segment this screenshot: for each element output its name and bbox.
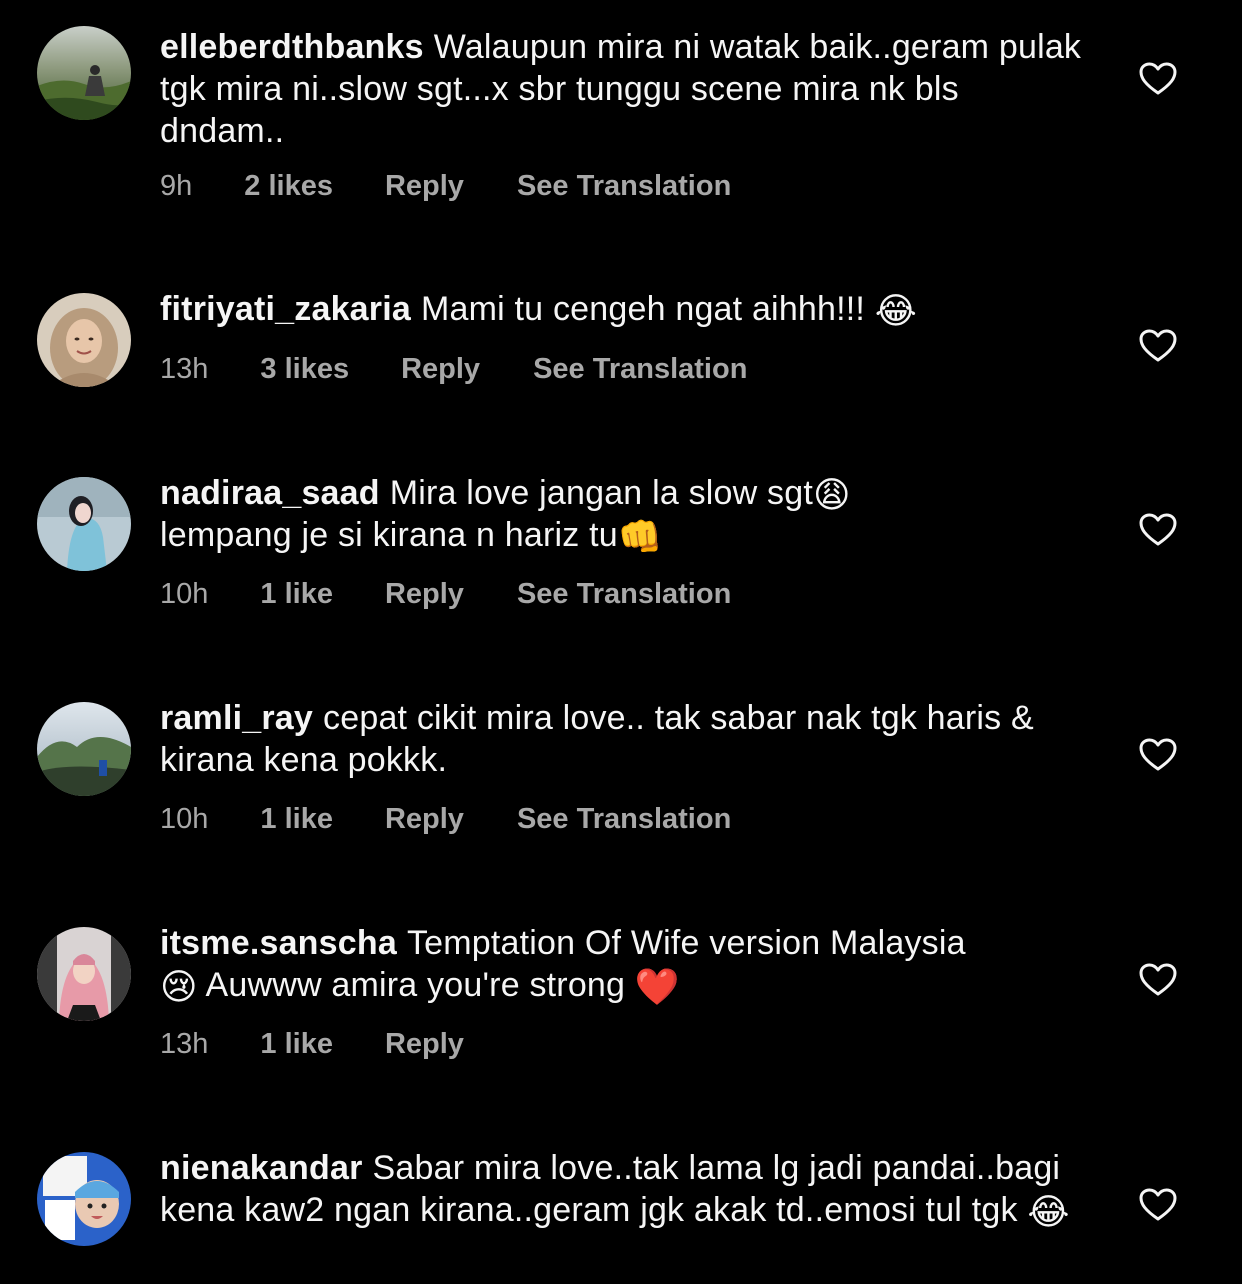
comment-username[interactable]: nienakandar [160,1149,363,1187]
heart-outline-icon[interactable] [1139,513,1177,547]
avatar[interactable] [37,293,131,387]
comment-meta: 10h 1 like Reply See Translation [160,803,731,836]
comment-body: nadiraa_saad Mira love jangan la slow sgt… [160,472,1090,556]
comment-text: Auwww amira you're strong [197,966,635,1004]
heart-outline-icon[interactable] [1139,1188,1177,1222]
see-translation-button[interactable]: See Translation [517,803,731,836]
comment-time: 10h [160,578,209,610]
comment-text: lempang je si kirana n hariz tu [160,516,618,554]
reply-button[interactable]: Reply [385,578,464,611]
comment-meta: 10h 1 like Reply See Translation [160,578,731,611]
avatar[interactable] [37,927,131,1021]
comment-text: Mami tu cengeh ngat aihhh!!! [420,290,875,328]
comment-time: 13h [160,353,209,385]
comment-likes[interactable]: 2 likes [244,170,333,203]
comment-username[interactable]: fitriyati_zakaria [160,290,411,328]
comment-username[interactable]: ramli_ray [160,699,313,737]
avatar[interactable] [37,26,131,120]
avatar[interactable] [37,702,131,796]
comment-likes[interactable]: 1 like [260,803,333,836]
heart-outline-icon[interactable] [1139,329,1177,363]
comment-likes[interactable]: 3 likes [260,353,349,386]
weary-face-emoji: 😩 [813,475,851,516]
tears-of-joy-emoji: 😂 [874,291,917,332]
reply-button[interactable]: Reply [401,353,480,386]
comment-body: ramli_ray cepat cikit mira love.. tak sab… [160,697,1090,781]
comment-body: itsme.sanscha Temptation Of Wife version … [160,922,1090,1006]
heart-outline-icon[interactable] [1139,62,1177,96]
comment-body: fitriyati_zakaria Mami tu cengeh ngat aih… [160,288,1090,330]
comment-body: elleberdthbanks Walaupun mira ni watak ba… [160,26,1090,152]
comment-username[interactable]: itsme.sanscha [160,924,397,962]
see-translation-button[interactable]: See Translation [517,170,731,203]
see-translation-button[interactable]: See Translation [517,578,731,611]
reply-button[interactable]: Reply [385,803,464,836]
tears-of-joy-emoji: 😂 [1027,1192,1070,1233]
crying-face-emoji: 😢 [160,967,198,1008]
see-translation-button[interactable]: See Translation [533,353,747,386]
comment-likes[interactable]: 1 like [260,1028,333,1061]
avatar[interactable] [37,1152,131,1246]
avatar[interactable] [37,477,131,571]
red-heart-emoji: ❤️ [634,967,680,1008]
comment-time: 9h [160,170,193,202]
heart-outline-icon[interactable] [1139,738,1177,772]
comment-meta: 13h 3 likes Reply See Translation [160,353,747,386]
comment-time: 13h [160,1028,209,1060]
heart-outline-icon[interactable] [1139,963,1177,997]
reply-button[interactable]: Reply [385,1028,464,1061]
comment-time: 10h [160,803,209,835]
comment-body: nienakandar Sabar mira love..tak lama lg … [160,1147,1090,1231]
comment-meta: 13h 1 like Reply [160,1028,517,1061]
reply-button[interactable]: Reply [385,170,464,203]
comment-username[interactable]: elleberdthbanks [160,28,424,66]
comment-text: Temptation Of Wife version Malaysia [406,924,966,962]
comment-username[interactable]: nadiraa_saad [160,474,380,512]
fist-emoji: 👊 [617,517,663,558]
comment-likes[interactable]: 1 like [260,578,333,611]
comment-text: Mira love jangan la slow sgt [389,474,813,512]
comment-meta: 9h 2 likes Reply See Translation [160,170,731,203]
